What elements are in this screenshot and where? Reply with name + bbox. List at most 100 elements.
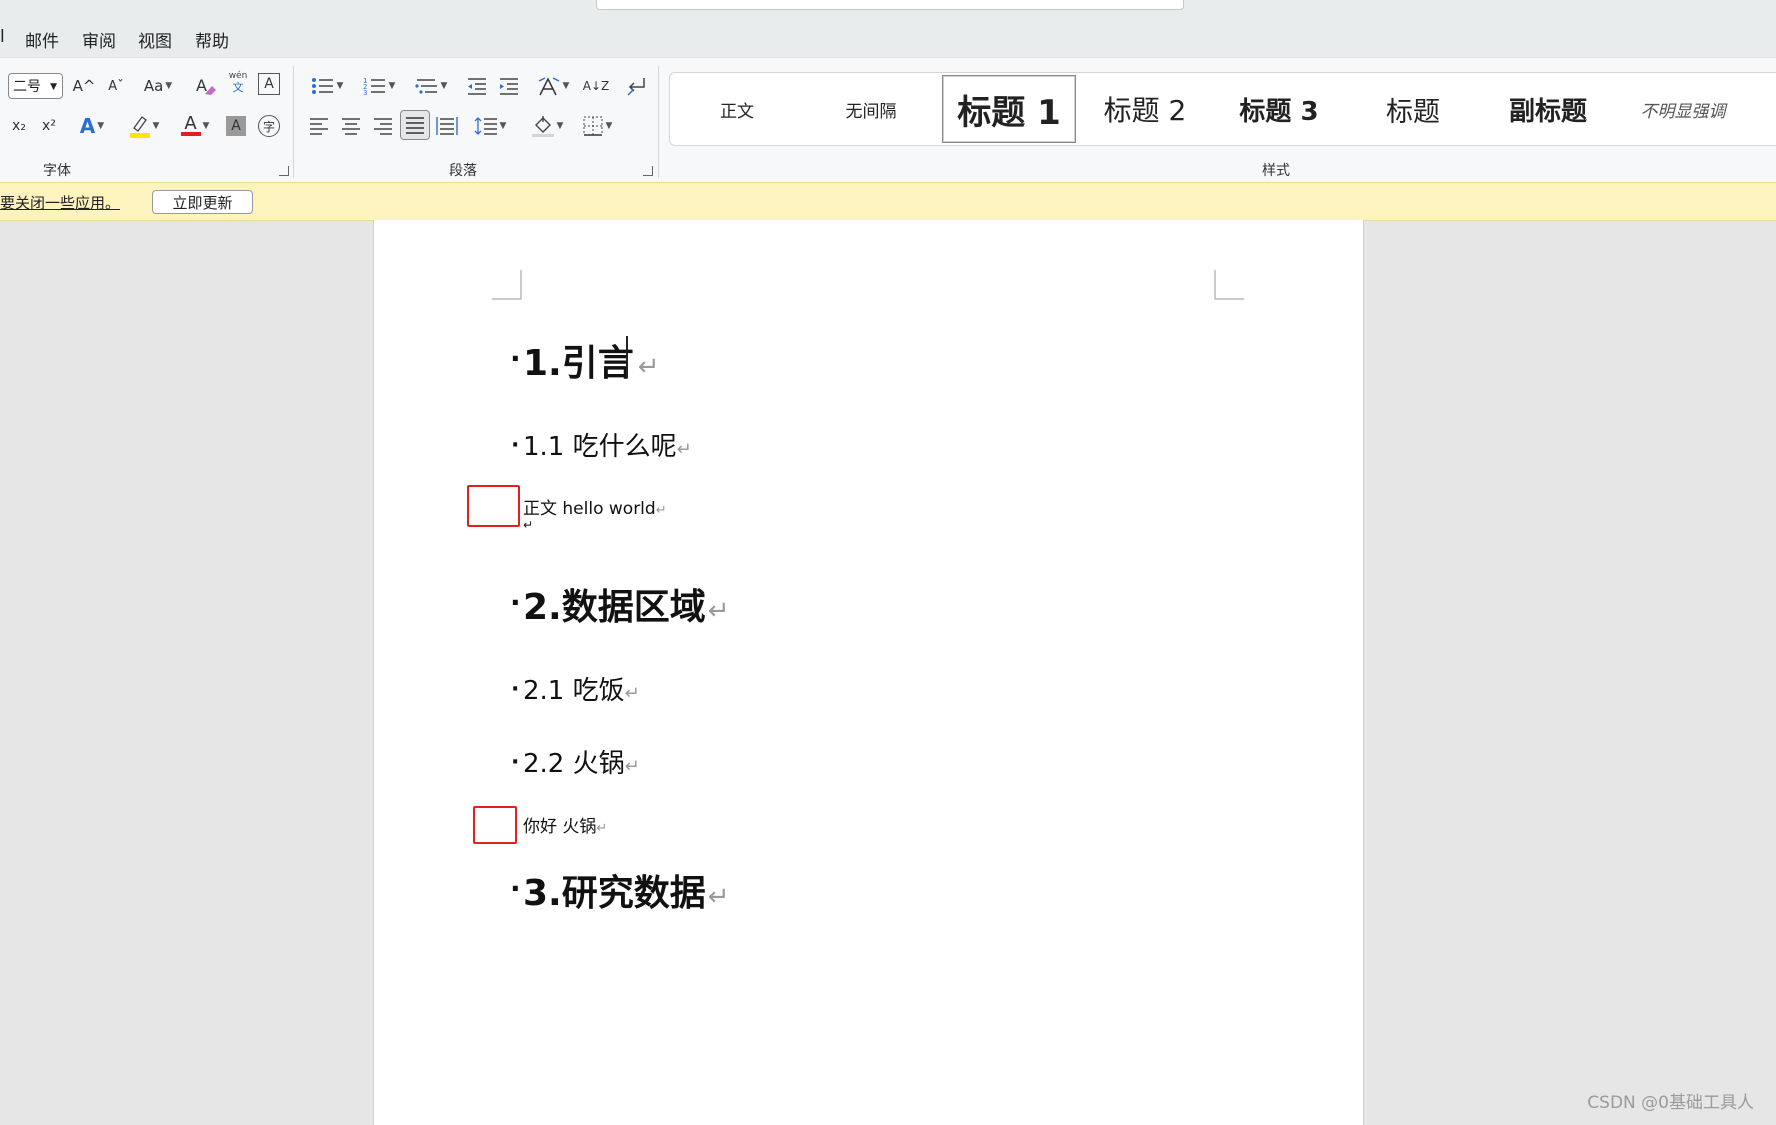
menu-review[interactable]: 审阅 [82,27,116,52]
align-left-icon [310,118,328,135]
increase-indent-button[interactable] [496,73,522,99]
heading-2-eat[interactable]: 2.1 吃饭↵ [523,670,640,707]
style-heading-3[interactable]: 标题 3 [1212,73,1346,145]
text-effect-button[interactable]: A ▼ [72,113,112,139]
svg-text:A: A [196,76,207,95]
style-heading-3-label: 标题 3 [1239,96,1319,127]
style-title-label: 标题 [1386,96,1440,128]
char-border-button[interactable]: A [258,73,280,95]
align-right-button[interactable] [370,113,396,139]
change-case-button[interactable]: Aa ▼ [138,73,178,99]
line-spacing-button[interactable]: ▼ [470,113,510,139]
multilevel-list-button[interactable]: ▼ [410,73,452,99]
styles-gallery: 正文 无间隔 标题 1 标题 2 标题 3 标题 副标题 不明显强调 [669,72,1776,146]
chinese-layout-icon [538,77,559,96]
heading-bullet: · [510,586,521,619]
style-subtle-emphasis[interactable]: 不明显强调 [1616,73,1750,145]
style-no-spacing[interactable]: 无间隔 [804,73,938,145]
char-shading-button[interactable]: A [226,116,246,136]
highlight-annotation-box [467,485,520,527]
style-heading-2[interactable]: 标题 2 [1078,73,1212,145]
search-box[interactable] [596,0,1184,10]
heading-2-what-to-eat-text: 1.1 吃什么呢 [523,432,677,462]
heading-1-research-data-text: 3.研究数据 [523,873,706,914]
decrease-indent-button[interactable] [464,73,490,99]
heading-2-hotpot[interactable]: 2.2 火锅↵ [523,743,640,780]
style-subtitle[interactable]: 副标题 [1480,73,1616,145]
heading-bullet: · [510,342,521,375]
style-heading-1[interactable]: 标题 1 [942,75,1076,143]
distributed-button[interactable] [434,113,460,139]
menu-mailings[interactable]: 邮件 [25,27,59,52]
heading-bullet: · [510,872,521,905]
sort-button[interactable]: A↓Z [582,73,610,99]
enclose-char-button[interactable]: 字 [258,115,280,137]
menu-help[interactable]: 帮助 [195,27,229,52]
menu-item-partial[interactable]: l [0,27,5,47]
line-spacing-icon [474,117,497,135]
justify-button[interactable] [400,110,430,140]
heading-1-research-data[interactable]: 3.研究数据↵ [523,864,730,916]
numbering-button[interactable]: 1 2 3 ▼ [358,73,400,99]
paragraph-group-label: 段落 [449,163,477,179]
shrink-font-button[interactable]: Aˇ [104,73,128,99]
paragraph-mark: ↵ [655,503,667,518]
notification-message[interactable]: 要关闭一些应用。 [0,192,120,213]
borders-icon [583,116,603,136]
document-page[interactable]: · 1.引言 ↵ · 1.1 吃什么呢↵ 正文 hello world↵ ↵ · … [373,220,1364,1125]
heading-1-intro-text: 1.引言 [523,343,634,384]
align-left-button[interactable] [306,113,332,139]
clear-format-button[interactable]: A [192,73,218,99]
align-center-icon [342,118,360,135]
distributed-icon [436,117,458,135]
heading-1-intro[interactable]: 1.引言 ↵ [523,334,660,386]
subscript-button[interactable]: x₂ [8,113,30,139]
shading-button[interactable]: ▼ [526,113,568,139]
style-normal[interactable]: 正文 [670,73,804,145]
menu-view[interactable]: 视图 [138,27,172,52]
enclose-char-icon: 字 [262,119,275,134]
change-case-icon: Aa [143,77,164,95]
ribbon: 二号 ▼ A^ Aˇ Aa ▼ A wén 文 A x₂ x² A ▼ ▼ A ▼ A… [0,57,1776,183]
style-no-spacing-label: 无间隔 [845,101,897,122]
empty-paragraph-mark: ↵ [523,518,534,532]
heading-1-data-area[interactable]: 2.数据区域↵ [523,578,730,630]
group-divider [658,66,659,178]
font-dialog-launcher-icon[interactable] [279,166,289,176]
heading-2-what-to-eat[interactable]: 1.1 吃什么呢↵ [523,426,692,463]
menu-bar: l 邮件 审阅 视图 帮助 [0,0,1776,57]
char-border-icon: A [264,76,274,92]
font-color-button[interactable]: A ▼ [174,113,216,139]
text-caret [626,336,628,378]
paragraph-mark: ↵ [596,821,608,836]
heading-1-data-area-text: 2.数据区域 [523,587,706,628]
borders-button[interactable]: ▼ [576,113,618,139]
body-paragraph-hello[interactable]: 正文 hello world↵ [523,494,667,519]
paragraph-mark: ↵ [637,352,660,382]
grow-font-button[interactable]: A^ [72,73,96,99]
phonetic-guide-button[interactable]: wén 文 [226,71,250,99]
update-now-button[interactable]: 立即更新 [152,190,253,214]
show-marks-button[interactable] [622,73,650,99]
superscript-button[interactable]: x² [38,113,60,139]
font-size-value: 二号 [13,79,41,95]
heading-2-hotpot-text: 2.2 火锅 [523,749,625,779]
align-center-button[interactable] [338,113,364,139]
highlighter-icon [129,116,150,138]
chinese-layout-button[interactable]: ▼ [532,73,574,99]
font-color-letter: A [184,113,197,134]
paragraph-mark-icon [627,78,645,96]
paint-bucket-icon [531,116,554,137]
paragraph-dialog-launcher-icon[interactable] [643,166,653,176]
style-title[interactable]: 标题 [1346,73,1480,145]
align-right-icon [374,118,392,135]
crop-mark-top-right [1214,270,1244,300]
font-group-label: 字体 [43,163,71,179]
body-paragraph-hotpot[interactable]: 你好 火锅↵ [523,812,607,837]
font-size-select[interactable]: 二号 ▼ [8,73,63,99]
highlight-button[interactable]: ▼ [122,113,166,139]
subscript-icon: x₂ [12,118,26,134]
heading-bullet: · [511,433,520,458]
bullets-button[interactable]: ▼ [306,73,348,99]
style-subtitle-label: 副标题 [1508,96,1587,127]
